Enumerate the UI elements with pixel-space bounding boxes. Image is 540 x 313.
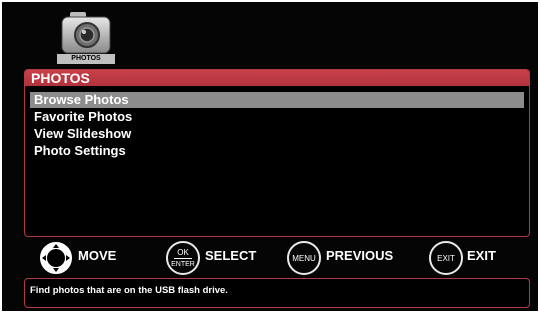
menu-key-label: MENU <box>292 254 316 263</box>
menu-item-favorite-photos[interactable]: Favorite Photos <box>30 109 524 125</box>
status-bar: Find photos that are on the USB flash dr… <box>24 278 530 308</box>
menu-item-photo-settings[interactable]: Photo Settings <box>30 143 524 159</box>
menu-title: PHOTOS <box>31 70 90 86</box>
exit-label: EXIT <box>467 248 496 263</box>
key-divider <box>174 258 192 259</box>
previous-label: PREVIOUS <box>326 248 394 263</box>
select-label: SELECT <box>205 248 257 263</box>
photos-app-icon: PHOTOS <box>57 10 115 65</box>
move-label: MOVE <box>78 248 117 263</box>
menu-header: PHOTOS <box>25 70 529 86</box>
enter-key-label: ENTER <box>171 261 195 268</box>
photos-menu: PHOTOS Browse Photos Favorite Photos Vie… <box>24 69 530 237</box>
exit-button[interactable]: EXIT <box>429 241 463 275</box>
remote-controls-legend: MOVE OK ENTER SELECT MENU PREVIOUS EXIT … <box>2 238 538 276</box>
tv-screen: PHOTOS PHOTOS Browse Photos Favorite Pho… <box>2 2 538 311</box>
menu-item-browse-photos[interactable]: Browse Photos <box>30 92 524 108</box>
ok-key-label: OK <box>177 248 189 257</box>
status-text: Find photos that are on the USB flash dr… <box>30 285 228 296</box>
menu-item-view-slideshow[interactable]: View Slideshow <box>30 126 524 142</box>
camera-icon <box>61 12 111 54</box>
dpad-icon <box>40 242 72 274</box>
app-icon-caption: PHOTOS <box>57 54 115 64</box>
menu-button[interactable]: MENU <box>287 241 321 275</box>
ok-enter-button[interactable]: OK ENTER <box>166 241 200 275</box>
exit-key-label: EXIT <box>437 254 455 263</box>
